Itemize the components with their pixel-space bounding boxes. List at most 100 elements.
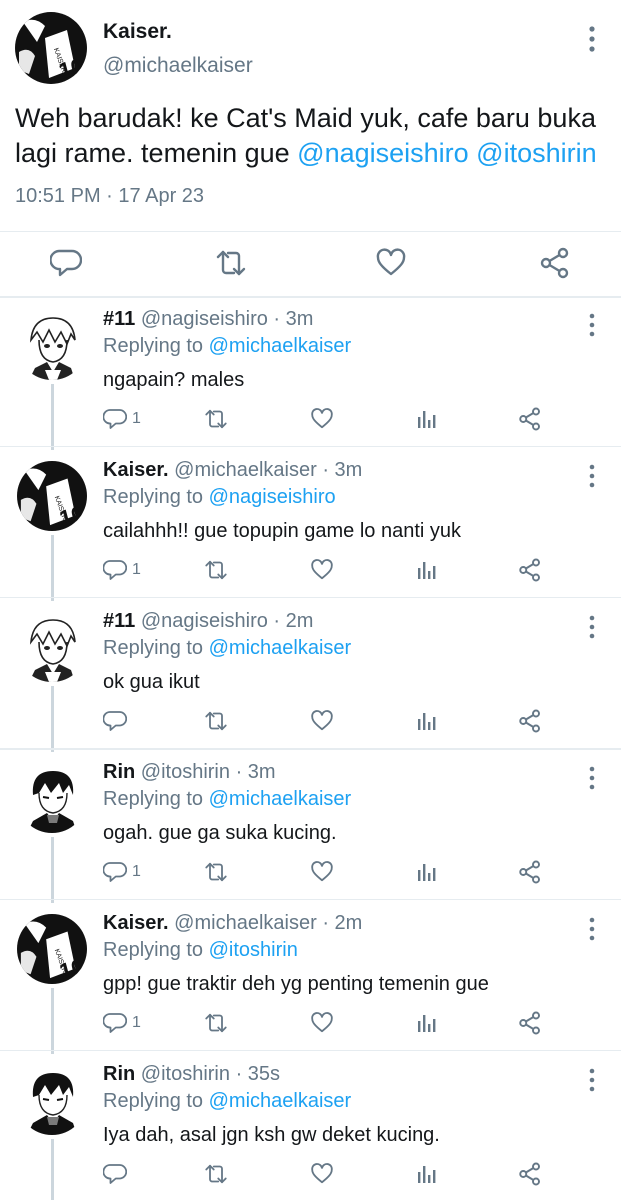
share-icon[interactable] [518,1008,542,1038]
heart-icon[interactable] [310,857,334,887]
kaiser-avatar[interactable]: KAISER 10 [17,914,87,984]
more-vertical-icon[interactable] [585,24,599,54]
replying-to: Replying to @michaelkaiser [103,637,351,660]
replying-to-mention[interactable]: @nagiseishiro [209,486,336,508]
kaiser-avatar[interactable]: KAISER 10 [15,12,87,84]
more-vertical-icon[interactable] [586,614,598,640]
reply-button[interactable]: 1 [103,857,141,887]
analytics-icon[interactable] [415,1159,439,1189]
replying-label: Replying to [103,486,204,508]
heart-icon[interactable] [310,555,334,585]
reply-author-handle[interactable]: @michaelkaiser [174,912,317,934]
thread-line [51,988,54,1054]
more-vertical-icon[interactable] [586,916,598,942]
reply-button[interactable]: 1 [103,1008,141,1038]
reply-text: gpp! gue traktir deh yg penting temenin … [103,973,489,995]
rin-avatar[interactable] [17,1065,87,1135]
thread-line [51,686,54,752]
reply-button[interactable] [103,706,132,736]
analytics-icon[interactable] [415,1008,439,1038]
reply-count: 1 [132,1014,141,1031]
reply-tweet[interactable]: Rin @itoshirin · 35s Replying to @michae… [0,1053,621,1200]
author-name[interactable]: Kaiser. [103,20,172,44]
reply-tweet[interactable]: KAISER 10 Kaiser. @michaelkaiser · 2m Re… [0,902,621,1054]
replying-label: Replying to [103,335,204,357]
meta-separator: · [235,761,243,783]
retweet-icon[interactable] [204,1159,228,1189]
share-icon[interactable] [518,706,542,736]
reply-author-name[interactable]: #11 [103,610,135,632]
share-icon[interactable] [518,555,542,585]
reply-header: #11 @nagiseishiro · 3m [103,308,313,331]
reply-icon[interactable] [50,247,82,279]
reply-count: 1 [132,410,141,427]
reply-author-name[interactable]: Rin [103,1063,135,1085]
analytics-icon[interactable] [415,404,439,434]
divider [0,231,621,232]
more-vertical-icon[interactable] [586,1067,598,1093]
retweet-icon[interactable] [204,706,228,736]
reply-button[interactable]: 1 [103,555,141,585]
reply-author-name[interactable]: Kaiser. [103,912,169,934]
share-icon[interactable] [518,1159,542,1189]
analytics-icon[interactable] [415,706,439,736]
more-vertical-icon[interactable] [586,463,598,489]
reply-divider [0,446,621,447]
retweet-icon[interactable] [204,404,228,434]
retweet-icon[interactable] [215,247,247,279]
share-icon[interactable] [518,857,542,887]
reply-author-handle[interactable]: @nagiseishiro [141,610,268,632]
share-icon[interactable] [539,247,571,279]
retweet-icon[interactable] [204,555,228,585]
reply-button[interactable] [103,1159,132,1189]
reply-age: 35s [247,1063,281,1085]
author-handle[interactable]: @michaelkaiser [103,54,253,78]
replying-to: Replying to @michaelkaiser [103,788,351,811]
mention-link[interactable]: @itoshirin [476,138,596,168]
reply-author-name[interactable]: Rin [103,761,135,783]
reply-tweet[interactable]: KAISER 10 Kaiser. @michaelkaiser · 3m Re… [0,449,621,601]
replying-to-mention[interactable]: @itoshirin [209,939,298,961]
reply-tweet[interactable]: Rin @itoshirin · 3m Replying to @michael… [0,751,621,903]
reply-age: 3m [285,308,314,330]
tweet-date: 17 Apr 23 [118,185,205,207]
more-vertical-icon[interactable] [586,312,598,338]
heart-icon[interactable] [310,706,334,736]
analytics-icon[interactable] [415,857,439,887]
share-icon[interactable] [518,404,542,434]
retweet-icon[interactable] [204,857,228,887]
replying-to-mention[interactable]: @michaelkaiser [209,335,352,357]
tweet-timestamp[interactable]: 10:51 PM · 17 Apr 23 [15,185,204,208]
replying-to-mention[interactable]: @michaelkaiser [209,637,352,659]
reply-header: Kaiser. @michaelkaiser · 2m [103,912,362,935]
mention-link[interactable]: @nagiseishiro [297,138,469,168]
heart-icon[interactable] [310,1159,334,1189]
reply-actions: 1 [103,404,603,434]
heart-icon[interactable] [310,1008,334,1038]
reply-button[interactable]: 1 [103,404,141,434]
nagi-avatar[interactable] [17,310,87,380]
more-vertical-icon[interactable] [586,765,598,791]
meta-separator: · [273,610,281,632]
reply-author-handle[interactable]: @itoshirin [141,1063,230,1085]
meta-separator: · [106,185,113,207]
kaiser-avatar[interactable]: KAISER 10 [17,461,87,531]
replying-label: Replying to [103,1090,204,1112]
reply-author-handle[interactable]: @michaelkaiser [174,459,317,481]
reply-author-handle[interactable]: @nagiseishiro [141,308,268,330]
rin-avatar[interactable] [17,763,87,833]
heart-icon[interactable] [375,247,407,279]
reply-author-handle[interactable]: @itoshirin [141,761,230,783]
reply-author-name[interactable]: #11 [103,308,135,330]
nagi-avatar[interactable] [17,612,87,682]
reply-tweet[interactable]: #11 @nagiseishiro · 3m Replying to @mich… [0,298,621,450]
analytics-icon[interactable] [415,555,439,585]
reply-divider [0,899,621,900]
retweet-icon[interactable] [204,1008,228,1038]
reply-tweet[interactable]: #11 @nagiseishiro · 2m Replying to @mich… [0,600,621,752]
replying-to-mention[interactable]: @michaelkaiser [209,788,352,810]
heart-icon[interactable] [310,404,334,434]
replying-to-mention[interactable]: @michaelkaiser [209,1090,352,1112]
reply-author-name[interactable]: Kaiser. [103,459,169,481]
reply-age: 3m [247,761,276,783]
